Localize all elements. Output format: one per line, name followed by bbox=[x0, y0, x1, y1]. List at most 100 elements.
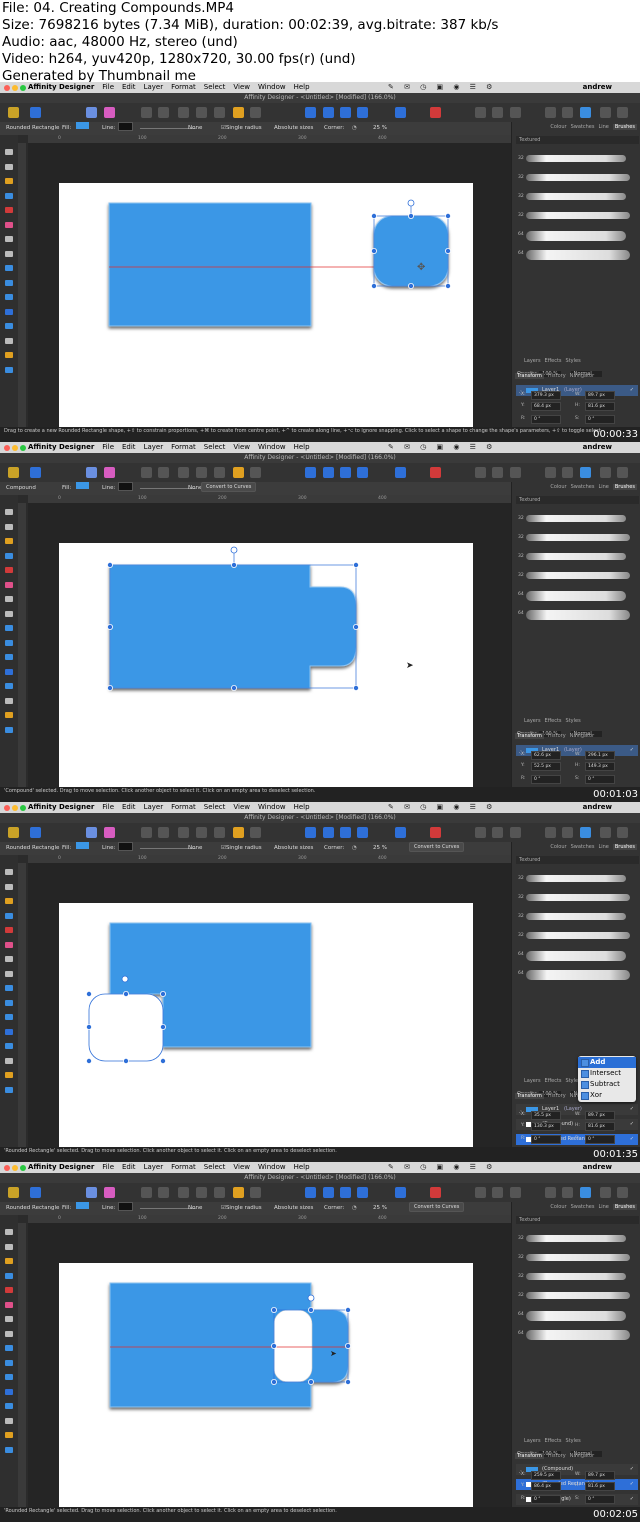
tab-line[interactable]: Line bbox=[598, 844, 608, 850]
close-dot-icon[interactable] bbox=[4, 85, 10, 91]
user-name[interactable]: andrew bbox=[583, 1162, 612, 1173]
toolbar-button-icon[interactable] bbox=[214, 107, 225, 118]
menu-file[interactable]: File bbox=[102, 803, 114, 811]
toolbar-button-icon[interactable] bbox=[510, 467, 521, 478]
toolbar-button-icon[interactable] bbox=[600, 107, 611, 118]
toolbar-button-icon[interactable] bbox=[214, 827, 225, 838]
toolbar-button-icon[interactable] bbox=[562, 827, 573, 838]
toolbar-button-icon[interactable] bbox=[178, 107, 189, 118]
toolbar-button-icon[interactable] bbox=[104, 827, 115, 838]
visibility-check-icon[interactable]: ✓ bbox=[630, 1479, 634, 1490]
visibility-check-icon[interactable]: ✓ bbox=[630, 745, 634, 756]
tool-icon[interactable] bbox=[5, 1330, 13, 1337]
menu-layer[interactable]: Layer bbox=[144, 83, 164, 91]
toolbar-button-icon[interactable] bbox=[250, 467, 261, 478]
brush-stroke[interactable] bbox=[526, 932, 630, 939]
toolbar-button-icon[interactable] bbox=[323, 1187, 334, 1198]
menu-item-intersect[interactable]: Intersect bbox=[578, 1068, 636, 1079]
toolbar-button-icon[interactable] bbox=[30, 1187, 41, 1198]
toolbar-button-icon[interactable] bbox=[86, 107, 97, 118]
toolbar-button-icon[interactable] bbox=[196, 1187, 207, 1198]
toolbar-button-icon[interactable] bbox=[141, 827, 152, 838]
tab-history[interactable]: History bbox=[548, 1093, 566, 1099]
menu-format[interactable]: Format bbox=[171, 1163, 196, 1171]
tool-icon[interactable] bbox=[5, 352, 13, 358]
user-name[interactable]: andrew bbox=[583, 442, 612, 453]
tool-icon[interactable] bbox=[5, 1287, 13, 1293]
tool-icon[interactable] bbox=[5, 1258, 13, 1264]
fill-swatch[interactable] bbox=[76, 122, 89, 129]
menu-window[interactable]: Window bbox=[258, 803, 286, 811]
transform-y-field[interactable]: 86.4 px bbox=[531, 1482, 561, 1491]
tab-line[interactable]: Line bbox=[598, 124, 608, 130]
line-swatch[interactable] bbox=[118, 1202, 133, 1211]
corner-value[interactable]: 25 % bbox=[373, 842, 387, 855]
toolbar-button-icon[interactable] bbox=[510, 827, 521, 838]
toolbar-button-icon[interactable] bbox=[357, 107, 368, 118]
brush-stroke[interactable] bbox=[526, 155, 626, 162]
brush-stroke[interactable] bbox=[526, 970, 630, 980]
menu-edit[interactable]: Edit bbox=[122, 83, 136, 91]
app-menu[interactable]: Affinity Designer bbox=[28, 1163, 94, 1171]
toolbar-button-icon[interactable] bbox=[475, 107, 486, 118]
tool-icon[interactable] bbox=[5, 1432, 13, 1438]
transform-r-field[interactable]: 0 ° bbox=[531, 1495, 561, 1504]
minimize-dot-icon[interactable] bbox=[12, 1165, 18, 1171]
toolbar-button-icon[interactable] bbox=[545, 827, 556, 838]
visibility-check-icon[interactable]: ✓ bbox=[630, 385, 634, 396]
toolbar-button-icon[interactable] bbox=[30, 467, 41, 478]
tab-styles[interactable]: Styles bbox=[566, 358, 581, 364]
tab-brushes[interactable]: Brushes bbox=[612, 844, 637, 850]
tab-effects[interactable]: Effects bbox=[545, 358, 562, 364]
toolbar-button-icon[interactable] bbox=[141, 107, 152, 118]
brush-stroke[interactable] bbox=[526, 174, 630, 181]
toolbar-button-icon[interactable] bbox=[340, 467, 351, 478]
menu-view[interactable]: View bbox=[233, 803, 250, 811]
toolbar-button-icon[interactable] bbox=[8, 107, 19, 118]
close-dot-icon[interactable] bbox=[4, 445, 10, 451]
tool-icon[interactable] bbox=[5, 1272, 13, 1279]
toolbar-button-icon[interactable] bbox=[104, 1187, 115, 1198]
tab-effects[interactable]: Effects bbox=[545, 718, 562, 724]
toolbar-button-icon[interactable] bbox=[475, 827, 486, 838]
toolbar-button-icon[interactable] bbox=[340, 1187, 351, 1198]
brush-stroke[interactable] bbox=[526, 534, 630, 541]
brush-stroke[interactable] bbox=[526, 231, 626, 241]
toolbar-button-icon[interactable] bbox=[492, 467, 503, 478]
brush-stroke[interactable] bbox=[526, 553, 626, 560]
toolbar-button-icon[interactable] bbox=[580, 467, 591, 478]
toolbar-button-icon[interactable] bbox=[158, 1187, 169, 1198]
tab-transform[interactable]: Transform bbox=[515, 1093, 544, 1099]
line-swatch[interactable] bbox=[118, 122, 133, 131]
toolbar-button-icon[interactable] bbox=[357, 467, 368, 478]
transform-h-field[interactable]: 81.6 px bbox=[585, 1482, 615, 1491]
transform-y-field[interactable]: 68.4 px bbox=[531, 402, 561, 411]
tab-line[interactable]: Line bbox=[598, 484, 608, 490]
tool-icon[interactable] bbox=[5, 178, 13, 184]
tab-transform[interactable]: Transform bbox=[515, 733, 544, 739]
toolbar-button-icon[interactable] bbox=[178, 467, 189, 478]
toolbar-button-icon[interactable] bbox=[196, 107, 207, 118]
brush-stroke[interactable] bbox=[526, 572, 630, 579]
toolbar-button-icon[interactable] bbox=[178, 827, 189, 838]
menu-format[interactable]: Format bbox=[171, 83, 196, 91]
toolbar-button-icon[interactable] bbox=[492, 1187, 503, 1198]
transform-x-field[interactable]: 62.6 px bbox=[531, 751, 561, 760]
tool-icon[interactable] bbox=[5, 265, 13, 271]
toolbar-button-icon[interactable] bbox=[475, 467, 486, 478]
tool-icon[interactable] bbox=[5, 683, 13, 689]
toolbar-button-icon[interactable] bbox=[323, 827, 334, 838]
document-page[interactable] bbox=[59, 1263, 473, 1522]
toolbar-button-icon[interactable] bbox=[492, 107, 503, 118]
tool-icon[interactable] bbox=[5, 1417, 13, 1424]
tool-icon[interactable] bbox=[5, 337, 13, 344]
menu-edit[interactable]: Edit bbox=[122, 803, 136, 811]
tool-icon[interactable] bbox=[5, 985, 13, 991]
brush-stroke[interactable] bbox=[526, 875, 626, 882]
toolbar-button-icon[interactable] bbox=[475, 1187, 486, 1198]
transform-r-field[interactable]: 0 ° bbox=[531, 415, 561, 424]
toolbar-button-icon[interactable] bbox=[141, 1187, 152, 1198]
close-dot-icon[interactable] bbox=[4, 1165, 10, 1171]
tool-icon[interactable] bbox=[5, 163, 13, 170]
minimize-dot-icon[interactable] bbox=[12, 805, 18, 811]
